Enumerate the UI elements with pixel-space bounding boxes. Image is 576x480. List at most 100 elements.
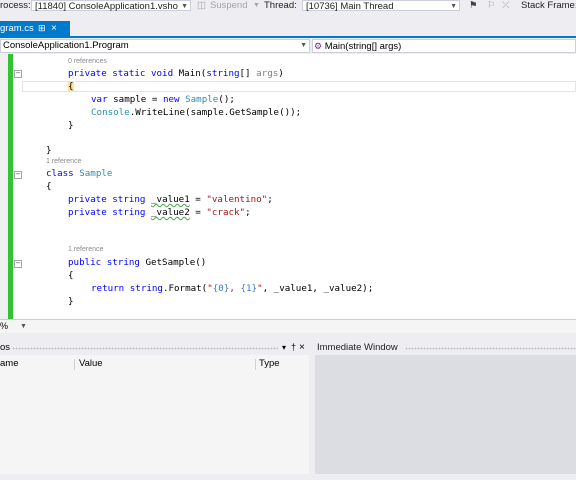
code-line: class Sample — [46, 168, 112, 180]
code-token: [] — [239, 68, 257, 79]
member-dropdown[interactable]: ⚙ Main(string[] args) — [312, 39, 576, 53]
code-token: string — [129, 283, 163, 294]
process-combo[interactable]: [11840] ConsoleApplication1.vsho ▼ — [31, 0, 191, 12]
code-line: { — [68, 81, 74, 93]
panel-title: Immediate Window — [317, 342, 398, 353]
code-token: Sample — [185, 94, 219, 105]
flag-thread-icon[interactable]: ⚑ — [469, 0, 478, 12]
column-divider[interactable] — [255, 359, 256, 370]
column-name[interactable]: ame — [0, 357, 18, 371]
code-line: { — [46, 181, 52, 193]
process-label: rocess: — [0, 0, 31, 11]
code-token: Sample — [79, 168, 113, 179]
suspend-button[interactable]: Suspend — [210, 0, 248, 12]
immediate-title-bar[interactable]: Immediate Window — [315, 340, 576, 355]
code-token: new — [162, 94, 180, 105]
code-line: private string _value1 = "valentino"; — [68, 194, 273, 206]
thread-label: Thread: — [264, 0, 297, 11]
thread-combo[interactable]: [10736] Main Thread ▼ — [302, 0, 460, 12]
codelens-references[interactable]: 1 reference — [46, 158, 81, 165]
codelens-references[interactable]: 0 references — [68, 58, 107, 65]
code-line: public string GetSample() — [68, 257, 206, 269]
chevron-down-icon: ▼ — [300, 42, 307, 49]
code-token: _value1 — [151, 194, 190, 205]
close-icon[interactable]: × — [299, 340, 305, 355]
code-token: return — [91, 283, 125, 294]
immediate-input-area[interactable] — [315, 355, 576, 480]
code-token: (); — [218, 94, 235, 105]
drag-grip[interactable] — [12, 347, 278, 350]
drag-grip[interactable] — [405, 347, 576, 350]
code-token: "crack" — [206, 207, 246, 218]
code-line: } — [68, 120, 74, 132]
member-dropdown-value: Main(string[] args) — [324, 41, 402, 52]
zoom-dropdown[interactable]: % ▼ — [0, 321, 28, 332]
suspend-icon[interactable]: ◫ — [197, 0, 206, 12]
column-value[interactable]: Value — [79, 357, 103, 371]
code-line: } — [68, 296, 74, 308]
code-token: sample = — [107, 94, 163, 105]
code-line: var sample = new Sample(); — [91, 94, 235, 106]
class-dropdown[interactable]: ConsoleApplication1.Program ▼ — [0, 39, 310, 53]
immediate-window: Immediate Window — [315, 340, 576, 480]
tab-program-cs[interactable]: gram.cs ⊞ × — [0, 21, 70, 36]
debug-toolbar: rocess: [11840] ConsoleApplication1.vsho… — [0, 0, 576, 13]
indicator-margin — [0, 54, 8, 319]
code-token: ; — [245, 207, 251, 218]
suspend-dropdown-icon[interactable]: ▼ — [253, 0, 260, 12]
code-token: var — [91, 94, 108, 105]
code-token: GetSample() — [139, 257, 207, 268]
code-token: args — [256, 68, 279, 79]
document-tab-strip: gram.cs ⊞ × — [0, 21, 576, 38]
codelens-references[interactable]: 1 reference — [68, 246, 103, 253]
bottom-strip — [0, 474, 576, 480]
dropdown-icon[interactable]: ▾ — [282, 340, 286, 355]
zoom-value: % — [0, 321, 9, 331]
code-token: public string — [68, 257, 140, 268]
flag-all-icon[interactable]: ⤫ — [502, 0, 510, 12]
code-line: { — [68, 270, 74, 282]
close-icon[interactable]: × — [51, 21, 57, 36]
toggle-flag-icon[interactable]: ⚐ — [487, 0, 496, 12]
code-token: } — [68, 120, 74, 131]
code-token: private string — [68, 207, 146, 218]
thread-value: [10736] Main Thread — [306, 1, 394, 12]
code-token: { — [46, 181, 52, 192]
code-token: _value2 — [151, 207, 190, 218]
class-dropdown-value: ConsoleApplication1.Program — [3, 40, 129, 51]
collapse-icon[interactable]: − — [14, 260, 22, 268]
chevron-down-icon: ▼ — [20, 323, 27, 330]
code-token: { — [68, 270, 74, 281]
code-line: Console.WriteLine(sample.GetSample()); — [91, 107, 301, 119]
code-token: class — [46, 168, 74, 179]
code-token: "valentino" — [206, 194, 268, 205]
process-value: [11840] ConsoleApplication1.vsho — [35, 1, 178, 12]
column-divider[interactable] — [74, 359, 75, 370]
code-line: private static void Main(string[] args) — [68, 68, 284, 80]
code-token: {1} — [240, 283, 258, 294]
code-editor[interactable]: − − − 0 references private static void M… — [0, 54, 576, 319]
locals-list[interactable] — [0, 372, 309, 480]
locals-column-header: ame Value Type — [0, 357, 296, 371]
chevron-down-icon: ▼ — [181, 3, 188, 10]
pin-icon[interactable]: ⊞ — [38, 21, 46, 36]
method-icon: ⚙ — [314, 41, 323, 51]
code-token: , — [229, 283, 241, 294]
code-token: Main( — [173, 68, 207, 79]
code-token: ; — [267, 194, 273, 205]
code-line: private string _value2 = "crack"; — [68, 207, 251, 219]
pin-icon[interactable]: † — [291, 340, 296, 355]
collapse-icon[interactable]: − — [14, 70, 22, 78]
locals-title-bar[interactable]: os ▾ † × — [0, 340, 309, 355]
column-type[interactable]: Type — [259, 357, 280, 371]
code-token: Console — [91, 107, 130, 118]
current-line-highlight — [22, 81, 576, 92]
code-token: {0} — [212, 283, 230, 294]
change-tracking-bar — [8, 54, 13, 319]
navigation-bar: ConsoleApplication1.Program ▼ ⚙ Main(str… — [0, 38, 576, 54]
collapse-icon[interactable]: − — [14, 171, 22, 179]
code-token: , _value1, _value2); — [262, 283, 374, 294]
code-token: { — [68, 81, 74, 92]
panel-title: os — [0, 342, 11, 353]
code-token: } — [68, 296, 74, 307]
